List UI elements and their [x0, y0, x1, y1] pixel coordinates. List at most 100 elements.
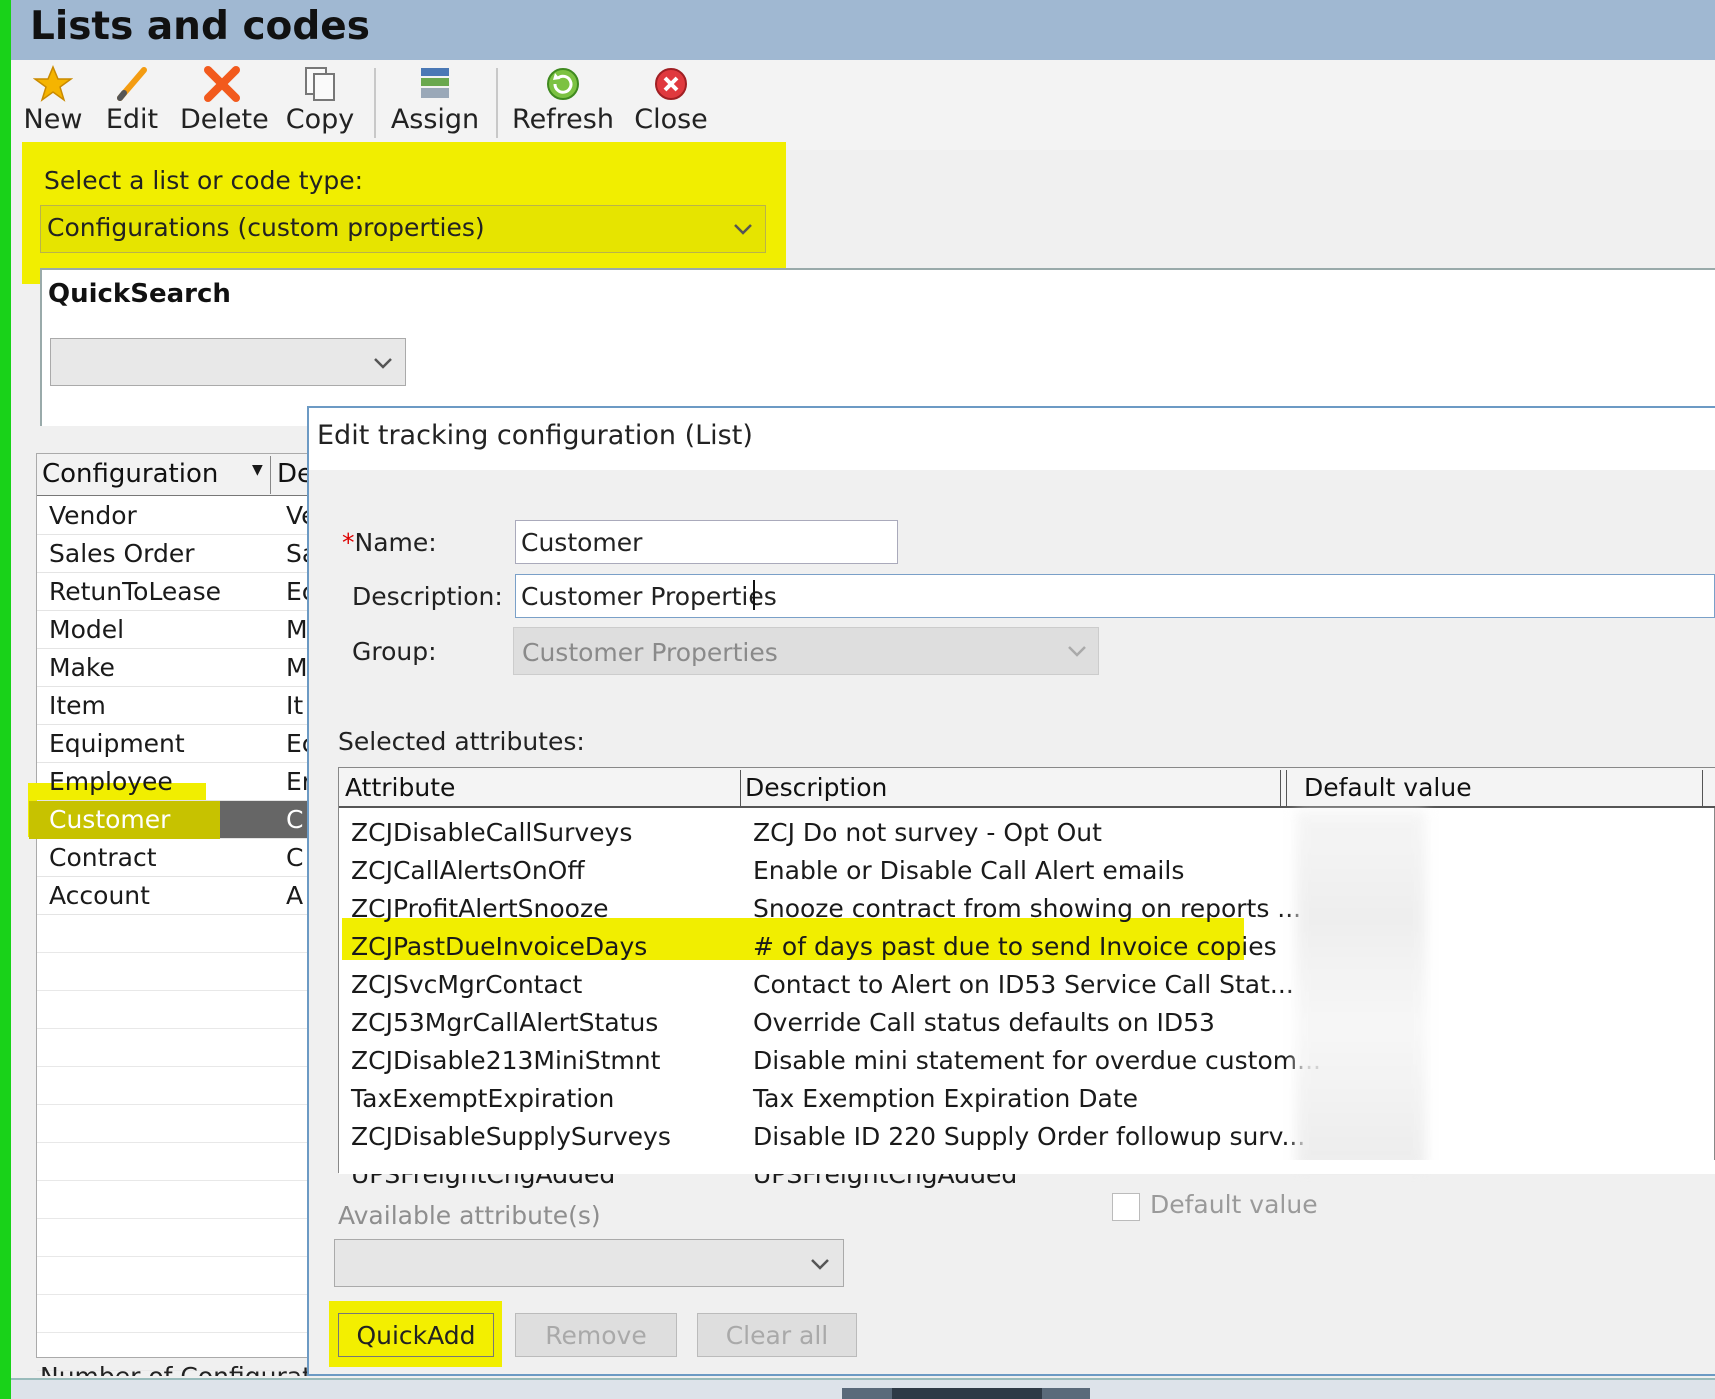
table-row[interactable]: ZCJSvcMgrContact Contact to Alert on ID53… — [339, 964, 1715, 1002]
empty-list-row — [37, 953, 317, 991]
column-divider[interactable] — [1286, 770, 1287, 806]
toolbar-separator — [496, 68, 498, 138]
list-item[interactable]: Make M — [37, 649, 317, 687]
attribute-name: ZCJDisableSupplySurveys — [351, 1122, 671, 1151]
list-item-name: Vendor — [49, 501, 137, 530]
column-divider[interactable] — [1280, 770, 1281, 806]
attribute-description: Snooze contract from showing on reports … — [753, 894, 1302, 923]
default-value-column-blurred — [1296, 810, 1426, 1170]
attribute-name: ZCJPastDueInvoiceDays — [351, 932, 648, 961]
clear-all-button[interactable]: Clear all — [697, 1313, 857, 1357]
column-divider[interactable] — [1702, 770, 1703, 806]
list-item-name: Account — [49, 881, 150, 910]
column-divider[interactable] — [270, 456, 271, 494]
list-item-name: Equipment — [49, 729, 185, 758]
refresh-button[interactable]: Refresh — [512, 64, 614, 144]
list-item[interactable]: Sales Order Sa — [37, 535, 317, 573]
assign-button[interactable]: Assign — [390, 64, 480, 144]
empty-list-row — [37, 1295, 317, 1333]
new-button[interactable]: New — [22, 64, 84, 144]
table-row[interactable]: ZCJDisable213MiniStmnt Disable mini state… — [339, 1040, 1715, 1078]
list-item-name: Model — [49, 615, 125, 644]
default-value-checkbox-label: Default value — [1150, 1190, 1318, 1219]
quickadd-button[interactable]: QuickAdd — [338, 1313, 494, 1357]
table-row[interactable]: ZCJDisableCallSurveys ZCJ Do not survey -… — [339, 812, 1715, 850]
attribute-name: ZCJSvcMgrContact — [351, 970, 583, 999]
assign-icon — [421, 68, 449, 98]
empty-list-row — [37, 1181, 317, 1219]
list-item[interactable]: Model M — [37, 611, 317, 649]
chevron-down-icon[interactable] — [806, 1250, 834, 1278]
attribute-description: Disable mini statement for overdue custo… — [753, 1046, 1321, 1075]
table-row[interactable]: ZCJDisableSupplySurveys Disable ID 220 Su… — [339, 1116, 1715, 1154]
table-row[interactable]: ZCJ53MgrCallAlertStatus Override Call sta… — [339, 1002, 1715, 1040]
list-item[interactable]: Vendor Ve — [37, 497, 317, 535]
available-attributes-combo[interactable] — [334, 1239, 844, 1287]
list-item-name: RetunToLease — [49, 577, 222, 606]
chevron-down-icon[interactable] — [728, 214, 758, 244]
selected-attributes-label: Selected attributes: — [338, 727, 585, 756]
attribute-description: ZCJ Do not survey - Opt Out — [753, 818, 1102, 847]
delete-x-icon — [204, 66, 240, 102]
list-item-name: Contract — [49, 843, 157, 872]
list-item[interactable]: Item It — [37, 687, 317, 725]
grid-bottom-clip — [339, 1160, 1715, 1174]
list-item[interactable]: Contract C — [37, 839, 317, 877]
delete-button[interactable]: Delete — [180, 64, 269, 144]
window-left-edge — [0, 0, 11, 1399]
empty-list-row — [37, 915, 317, 953]
description-input-value: Customer Properties — [521, 582, 777, 611]
list-item[interactable]: RetunToLease Ec — [37, 573, 317, 611]
toolbar-separator — [374, 68, 376, 138]
attribute-name: ZCJ53MgrCallAlertStatus — [351, 1008, 659, 1037]
column-header-configuration[interactable]: Configuration — [42, 459, 218, 489]
description-label: Description: — [352, 582, 503, 611]
empty-list-row — [37, 1143, 317, 1181]
default-value-checkbox[interactable] — [1112, 1193, 1140, 1221]
quicksearch-combo[interactable] — [50, 338, 406, 386]
list-item-name: Make — [49, 653, 115, 682]
table-row[interactable]: ZCJProfitAlertSnooze Snooze contract from… — [339, 888, 1715, 926]
dialog-title: Edit tracking configuration (List) — [317, 420, 753, 451]
remove-button[interactable]: Remove — [515, 1313, 677, 1357]
chevron-down-icon[interactable] — [1063, 637, 1091, 665]
name-label: *Name: — [342, 528, 437, 557]
list-item[interactable]: Customer C — [29, 801, 317, 839]
star-icon — [33, 65, 73, 102]
attribute-description: # of days past due to send Invoice copie… — [753, 932, 1277, 961]
column-header-default-value[interactable]: Default value — [1304, 773, 1472, 802]
column-divider[interactable] — [740, 770, 741, 806]
column-header-description[interactable]: Description — [745, 773, 887, 802]
list-item[interactable]: Equipment Ec — [37, 725, 317, 763]
empty-list-row — [37, 1029, 317, 1067]
attribute-description: Tax Exemption Expiration Date — [753, 1084, 1139, 1113]
type-select-value: Configurations (custom properties) — [47, 213, 485, 242]
list-item[interactable]: Account A — [37, 877, 317, 915]
empty-list-row — [37, 1257, 317, 1295]
attribute-name: ZCJProfitAlertSnooze — [351, 894, 609, 923]
list-item-name: Employee — [49, 767, 173, 796]
refresh-icon — [547, 68, 579, 100]
page-title: Lists and codes — [30, 4, 370, 49]
available-attributes-label: Available attribute(s) — [338, 1201, 601, 1230]
table-row[interactable]: ZCJPastDueInvoiceDays # of days past due … — [339, 926, 1715, 964]
close-icon — [655, 68, 687, 100]
close-button[interactable]: Close — [633, 64, 709, 144]
attribute-name: ZCJCallAlertsOnOff — [351, 856, 585, 885]
table-row[interactable]: ZCJCallAlertsOnOff Enable or Disable Call… — [339, 850, 1715, 888]
table-row[interactable]: TaxExemptExpiration Tax Exemption Expirat… — [339, 1078, 1715, 1116]
attribute-description: Contact to Alert on ID53 Service Call St… — [753, 970, 1294, 999]
attribute-description: Disable ID 220 Supply Order followup sur… — [753, 1122, 1306, 1151]
chevron-down-icon[interactable] — [369, 349, 397, 377]
taskbar-fragment — [892, 1388, 1042, 1399]
quicksearch-label: QuickSearch — [48, 279, 231, 309]
empty-list-row — [37, 1219, 317, 1257]
edit-button[interactable]: Edit — [104, 64, 160, 144]
column-header-attribute[interactable]: Attribute — [345, 773, 455, 802]
list-item[interactable]: Employee Er — [37, 763, 317, 801]
list-item-name: Sales Order — [49, 539, 195, 568]
text-caret — [753, 580, 755, 610]
attribute-name: ZCJDisable213MiniStmnt — [351, 1046, 661, 1075]
attribute-description: Enable or Disable Call Alert emails — [753, 856, 1185, 885]
copy-button[interactable]: Copy — [284, 64, 356, 144]
